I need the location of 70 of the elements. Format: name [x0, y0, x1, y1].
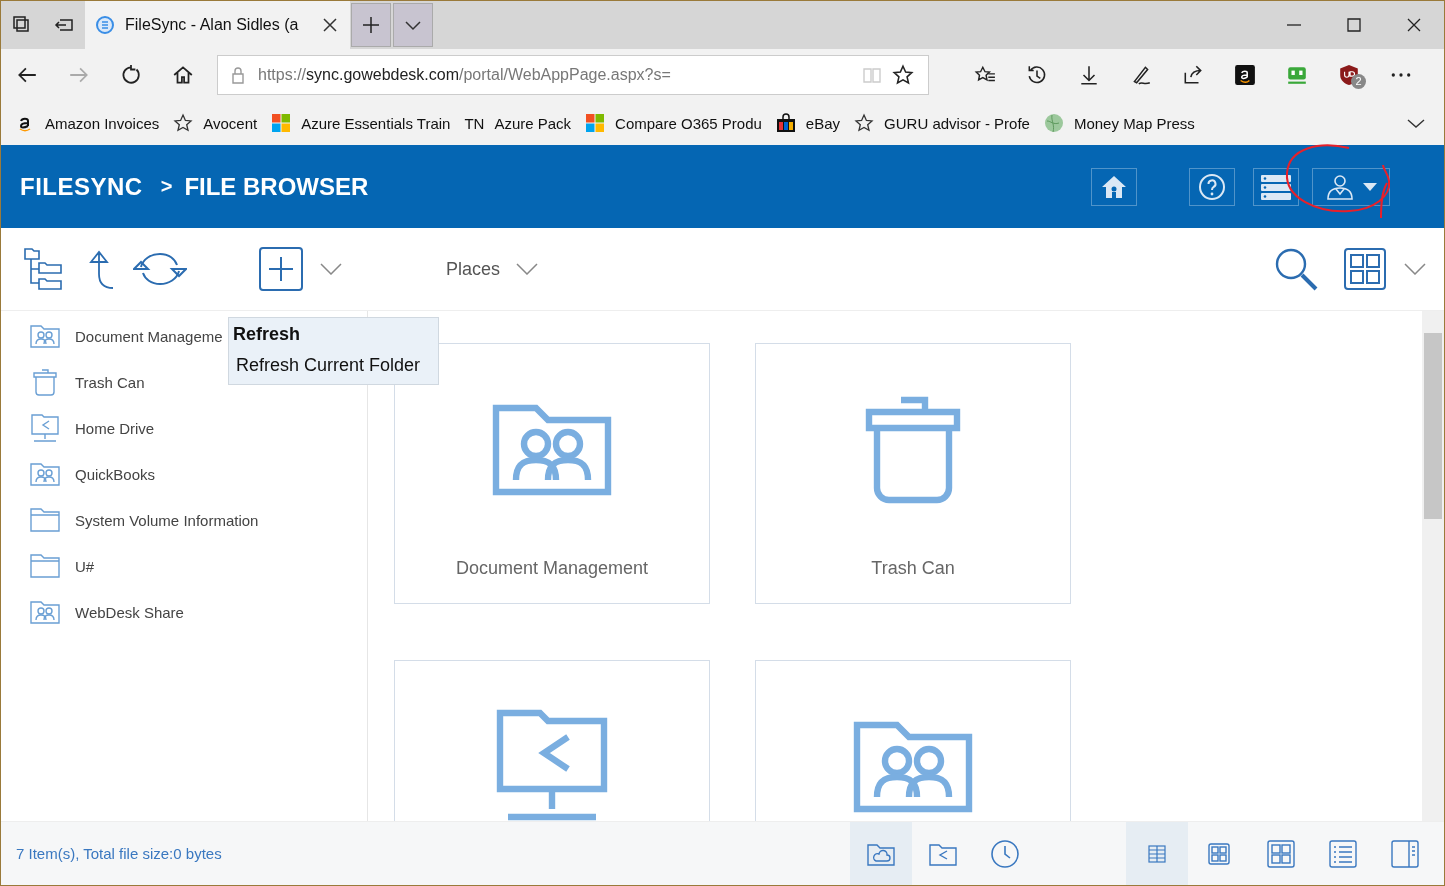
- globe-icon: [1043, 113, 1064, 133]
- clock-icon: [990, 838, 1020, 869]
- tab-title: FileSync - Alan Sidles (a: [125, 16, 300, 34]
- favorite-link[interactable]: Azure Pack: [494, 114, 572, 132]
- star-icon: [854, 113, 875, 133]
- home-icon[interactable]: [172, 64, 194, 86]
- status-summary: 7 Item(s), Total file size:0 bytes: [16, 845, 223, 862]
- large-grid-icon: [1266, 838, 1296, 869]
- maximize-icon[interactable]: [1344, 15, 1364, 35]
- tooltip-title: Refresh: [233, 324, 302, 345]
- shopping-bag-icon: [775, 113, 796, 133]
- star-icon: [173, 113, 194, 133]
- caret-icon: [1363, 182, 1377, 191]
- plus-icon: [361, 15, 381, 35]
- windows-logo-icon: [585, 113, 606, 133]
- scrollbar[interactable]: [1422, 311, 1444, 821]
- favorite-link[interactable]: Avocent: [203, 114, 258, 132]
- amazon-icon[interactable]: [1234, 64, 1256, 86]
- server-stack-icon: [1260, 173, 1292, 200]
- favorite-link[interactable]: Amazon Invoices: [45, 114, 160, 132]
- share-icon[interactable]: [1182, 64, 1204, 86]
- preview-pane-icon: [1390, 838, 1420, 869]
- star-icon[interactable]: [892, 64, 914, 86]
- tile-label: Trash Can: [871, 558, 955, 579]
- favorite-link[interactable]: eBay: [805, 114, 841, 132]
- user-icon: [1325, 173, 1355, 200]
- network-folder-icon: [29, 412, 61, 444]
- sidebar-item[interactable]: WebDesk Share: [1, 589, 367, 635]
- sidebar-item[interactable]: QuickBooks: [1, 451, 367, 497]
- home-icon: [1101, 173, 1127, 200]
- server-menu-button[interactable]: [1253, 167, 1299, 206]
- list-view-icon: [1328, 838, 1358, 869]
- search-icon[interactable]: [1274, 247, 1318, 291]
- windows-logo-icon: [271, 113, 292, 133]
- tn-mark: TN: [464, 114, 485, 132]
- new-tab-button[interactable]: [351, 3, 391, 47]
- brand-name[interactable]: FILESYNC: [20, 172, 143, 201]
- download-icon[interactable]: [1078, 64, 1100, 86]
- favorite-link[interactable]: Money Map Press: [1073, 114, 1195, 132]
- folder-tree-icon[interactable]: [23, 247, 63, 291]
- folder-tile[interactable]: Trash Can: [755, 343, 1071, 604]
- extension-badge: 2: [1351, 74, 1366, 89]
- user-menu-button[interactable]: [1312, 167, 1390, 206]
- favorite-link[interactable]: Compare O365 Produ: [615, 114, 762, 132]
- breadcrumb-separator: >: [160, 175, 173, 198]
- page-icon: [95, 15, 115, 35]
- pen-icon[interactable]: [1130, 64, 1152, 86]
- help-icon: [1199, 173, 1225, 200]
- address-field[interactable]: https://sync.gowebdesk.com/portal/WebAppPage.aspx?s=: [217, 55, 929, 95]
- tile-label: Document Management: [455, 558, 649, 579]
- tab-list-button[interactable]: [393, 3, 433, 47]
- favorite-link[interactable]: Azure Essentials Train: [301, 114, 451, 132]
- browser-tab[interactable]: FileSync - Alan Sidles (a: [85, 1, 350, 49]
- add-button-icon[interactable]: [259, 247, 303, 291]
- sidebar-item[interactable]: Home Drive: [1, 405, 367, 451]
- sidebar-item[interactable]: U#: [1, 543, 367, 589]
- chevron-down-icon: [516, 263, 539, 275]
- place-button[interactable]: [850, 822, 912, 885]
- home-button[interactable]: [1091, 167, 1137, 206]
- sidebar-item[interactable]: System Volume Information: [1, 497, 367, 543]
- places-dropdown[interactable]: Places: [446, 258, 539, 280]
- refresh-icon[interactable]: [133, 251, 187, 287]
- grid-view-icon[interactable]: [1344, 248, 1386, 290]
- tab-stack-icon[interactable]: [12, 15, 32, 35]
- history-icon[interactable]: [1026, 64, 1048, 86]
- help-button[interactable]: [1189, 167, 1235, 206]
- page-title: FILE BROWSER: [184, 172, 369, 201]
- screen-icon[interactable]: [1286, 64, 1308, 86]
- favorite-link[interactable]: GURU advisor - Profe: [884, 114, 1030, 132]
- reload-icon[interactable]: [120, 64, 142, 86]
